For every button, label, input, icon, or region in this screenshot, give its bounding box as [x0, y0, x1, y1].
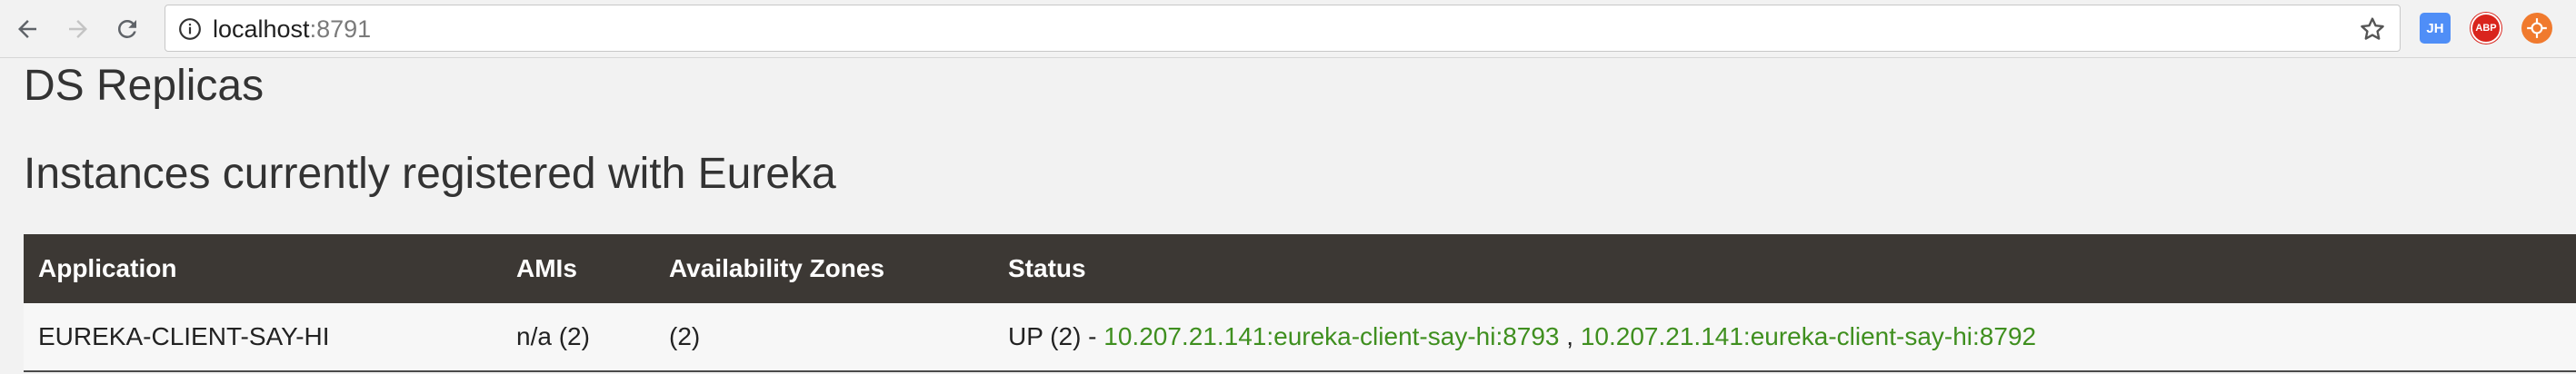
- arrow-right-icon: [69, 20, 87, 38]
- cell-zones: (2): [654, 303, 993, 372]
- cell-application: EUREKA-CLIENT-SAY-HI: [24, 303, 502, 372]
- instances-table: Application AMIs Availability Zones Stat…: [24, 234, 2576, 372]
- cell-status: UP (2) - 10.207.21.141:eureka-client-say…: [993, 303, 2576, 372]
- reload-button[interactable]: [107, 9, 147, 49]
- table-header-row: Application AMIs Availability Zones Stat…: [24, 234, 2576, 303]
- info-icon[interactable]: [178, 17, 202, 41]
- back-button[interactable]: [7, 9, 47, 49]
- url-port: :8791: [309, 15, 372, 43]
- forward-button[interactable]: [58, 9, 98, 49]
- link-separator: ,: [1559, 322, 1581, 350]
- extension-orange-icon[interactable]: [2521, 13, 2552, 44]
- header-amis: AMIs: [502, 234, 654, 303]
- extension-adblock-icon[interactable]: ABP: [2471, 13, 2501, 44]
- cell-amis: n/a (2): [502, 303, 654, 372]
- star-icon[interactable]: [2358, 15, 2387, 44]
- address-bar[interactable]: localhost:8791: [165, 5, 2401, 52]
- header-availability-zones: Availability Zones: [654, 234, 993, 303]
- header-status: Status: [993, 234, 2576, 303]
- reload-icon: [117, 19, 136, 38]
- extension-jh-label: JH: [2426, 20, 2444, 36]
- extension-jh-icon[interactable]: JH: [2420, 13, 2451, 44]
- arrow-left-icon: [18, 20, 36, 38]
- extension-abp-label: ABP: [2475, 23, 2497, 34]
- url-text[interactable]: localhost:8791: [213, 15, 371, 43]
- page-title: DS Replicas: [24, 62, 265, 110]
- instance-link[interactable]: 10.207.21.141:eureka-client-say-hi:8792: [1581, 322, 2036, 350]
- section-title: Instances currently registered with Eure…: [24, 150, 836, 198]
- status-prefix: UP (2) -: [1008, 322, 1104, 350]
- table-row: EUREKA-CLIENT-SAY-HI n/a (2) (2) UP (2) …: [24, 303, 2576, 372]
- header-application: Application: [24, 234, 502, 303]
- extension-orange-glyph: [2527, 18, 2547, 38]
- url-host: localhost: [213, 15, 310, 43]
- browser-toolbar: localhost:8791 JH ABP: [0, 0, 2576, 58]
- instance-link[interactable]: 10.207.21.141:eureka-client-say-hi:8793: [1103, 322, 1559, 350]
